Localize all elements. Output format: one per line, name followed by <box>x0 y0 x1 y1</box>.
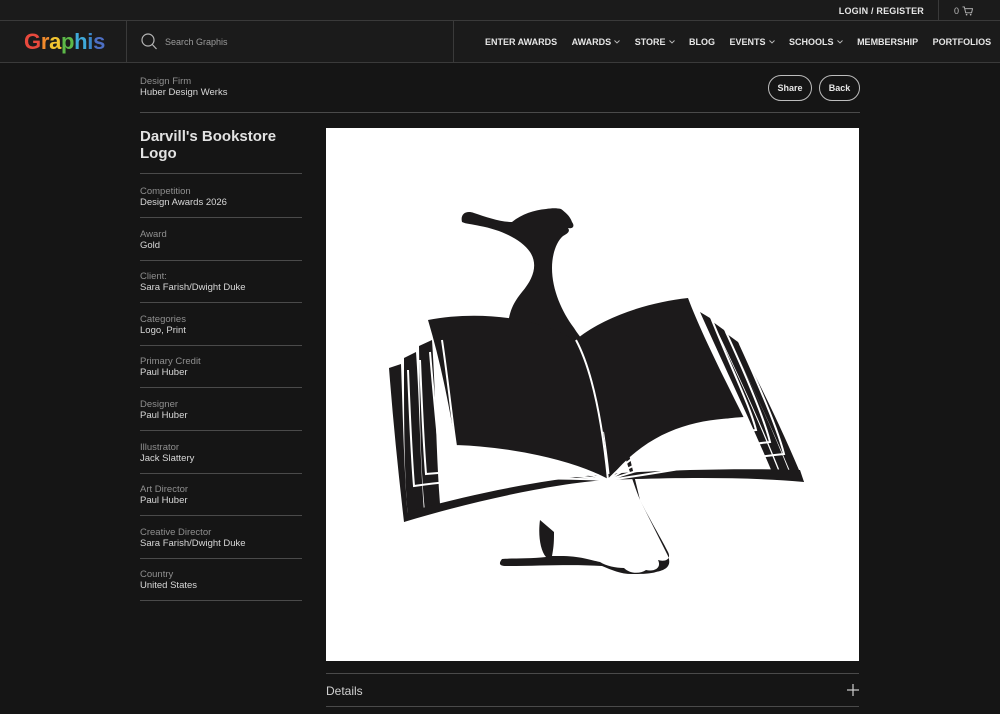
logo-letter: a <box>49 29 62 54</box>
meta-label: Creative Director <box>140 526 212 538</box>
nav-label: PORTFOLIOS <box>932 37 992 47</box>
nav-portfolios[interactable]: PORTFOLIOS <box>933 37 992 47</box>
logo-letter: G <box>24 29 41 54</box>
chevron-down-icon <box>836 40 843 44</box>
bird-book-logo-artwork <box>389 208 804 574</box>
meta-label: Award <box>140 228 167 240</box>
meta-item-competition: Competition Design Awards 2026 <box>140 175 302 218</box>
cart-count: 0 <box>954 5 960 16</box>
meta-item-primary-credit: Primary Credit Paul Huber <box>140 345 302 389</box>
meta-label: Client: <box>140 271 167 283</box>
meta-value: Sara Farish/Dwight Duke <box>140 282 246 294</box>
nav-label: ENTER AWARDS <box>485 37 558 47</box>
nav-awards[interactable]: AWARDS <box>572 37 621 47</box>
main-nav: ENTER AWARDS AWARDS STORE BLOG EVENTS SCHOOLS… <box>485 37 991 47</box>
nav-enter-awards[interactable]: ENTER AWARDS <box>485 37 557 47</box>
meta-item-client: Client: Sara Farish/Dwight Duke <box>140 260 302 304</box>
meta-label: Categories <box>140 313 186 325</box>
meta-value: Gold <box>140 239 161 251</box>
meta-item-designer: Designer Paul Huber <box>140 388 302 431</box>
meta-label: Primary Credit <box>140 356 201 368</box>
meta-item-illustrator: Illustrator Jack Slattery <box>140 431 302 474</box>
meta-label: Art Director <box>140 484 189 496</box>
meta-value: Logo, Print <box>140 324 186 336</box>
share-button[interactable]: Share <box>768 75 812 101</box>
back-button[interactable]: Back <box>819 75 860 101</box>
search-box <box>126 21 454 63</box>
site-header: Graphis ENTER AWARDS AWARDS STORE BLOG EVENT… <box>0 21 1000 63</box>
details-label: Details <box>326 684 363 698</box>
meta-item-creative-director: Creative Director Sara Farish/Dwight Duke <box>140 516 302 559</box>
cart-icon <box>962 5 974 15</box>
design-firm-label: Design Firm <box>140 76 192 87</box>
design-firm-value: Huber Design Werks <box>140 87 228 98</box>
graphis-logo[interactable]: Graphis <box>24 29 105 55</box>
nav-label: STORE <box>634 37 666 47</box>
meta-label: Illustrator <box>140 441 180 453</box>
meta-label: Competition <box>140 186 191 197</box>
nav-membership[interactable]: MEMBERSHIP <box>857 37 918 47</box>
meta-value: Paul Huber <box>140 367 188 379</box>
meta-value: Sara Farish/Dwight Duke <box>140 537 246 549</box>
meta-label: Designer <box>140 399 179 410</box>
design-firm: Design Firm Huber Design Werks <box>140 76 227 99</box>
logo-letter: s <box>93 29 106 54</box>
nav-label: EVENTS <box>729 37 766 47</box>
entry-title: Darvill's Bookstore Logo <box>140 128 277 162</box>
artwork-image[interactable] <box>326 128 859 661</box>
nav-store[interactable]: STORE <box>635 37 675 47</box>
meta-item-categories: Categories Logo, Print <box>140 303 302 346</box>
nav-schools[interactable]: SCHOOLS <box>789 37 843 47</box>
chevron-down-icon <box>614 40 621 44</box>
logo-letter: p <box>61 29 75 54</box>
nav-label: MEMBERSHIP <box>857 37 919 47</box>
nav-blog[interactable]: BLOG <box>689 37 715 47</box>
logo-letter: r <box>40 29 50 54</box>
meta-value: United States <box>140 580 198 592</box>
meta-item-award: Award Gold <box>140 218 302 261</box>
meta-item-art-director: Art Director Paul Huber <box>140 473 302 517</box>
nav-label: BLOG <box>689 37 716 47</box>
nav-events[interactable]: EVENTS <box>730 37 775 47</box>
chevron-down-icon <box>668 40 675 44</box>
chevron-down-icon <box>768 40 775 44</box>
meta-label: Country <box>140 569 174 581</box>
nav-label: SCHOOLS <box>789 37 834 47</box>
meta-value: Paul Huber <box>140 495 188 507</box>
search-icon[interactable] <box>141 33 157 50</box>
divider <box>140 112 860 113</box>
meta-item-country: Country United States <box>140 558 302 602</box>
logo-letter: h <box>74 29 88 54</box>
meta-value: Jack Slattery <box>140 452 195 464</box>
nav-label: AWARDS <box>571 37 612 47</box>
cart-button[interactable]: 0 <box>938 0 1000 21</box>
login-register-link[interactable]: LOGIN / REGISTER <box>839 6 924 16</box>
details-accordion[interactable]: Details <box>326 673 859 707</box>
meta-value: Design Awards 2026 <box>140 197 227 208</box>
plus-icon[interactable] <box>847 684 859 696</box>
meta-value: Paul Huber <box>140 410 188 421</box>
divider <box>140 173 302 174</box>
utility-bar: LOGIN / REGISTER 0 <box>0 0 1000 21</box>
search-input[interactable] <box>165 34 435 50</box>
